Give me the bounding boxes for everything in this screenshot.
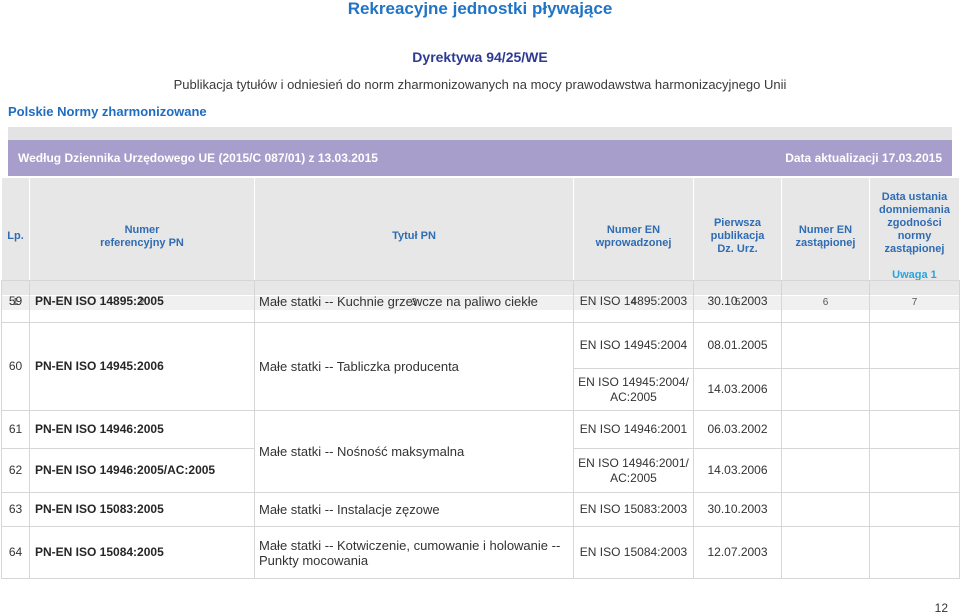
pn-reference-number: PN-EN ISO 14946:2005 bbox=[29, 410, 255, 449]
en-replaced-number bbox=[781, 410, 870, 449]
section-heading: Polskie Normy zharmonizowane bbox=[8, 104, 207, 119]
row-number: 61 bbox=[1, 410, 30, 449]
table-row: 64 PN-EN ISO 15084:2005 Małe statki -- K… bbox=[1, 526, 960, 579]
first-publication-date: 30.10.2003 bbox=[693, 280, 782, 323]
header-en-replaced: Numer EN zastąpionej bbox=[781, 177, 870, 296]
cessation-date bbox=[869, 448, 960, 493]
journal-banner: Według Dziennika Urzędowego UE (2015/C 0… bbox=[8, 140, 952, 176]
cessation-date bbox=[869, 280, 960, 323]
update-date: Data aktualizacji 17.03.2015 bbox=[785, 151, 942, 165]
cessation-date bbox=[869, 322, 960, 369]
header-cessation-date: Data ustania domniemania zgodności normy… bbox=[879, 191, 950, 255]
row-number: 60 bbox=[1, 322, 30, 411]
en-introduced-number: EN ISO 14946:2001 bbox=[573, 410, 694, 449]
journal-source: Według Dziennika Urzędowego UE (2015/C 0… bbox=[18, 151, 378, 165]
table-row: 61 PN-EN ISO 14946:2005 Małe statki -- N… bbox=[1, 410, 960, 493]
first-publication-date: 06.03.2002 bbox=[693, 410, 782, 449]
pn-title: Małe statki -- Tabliczka producenta bbox=[254, 322, 574, 411]
pn-reference-number: PN-EN ISO 15083:2005 bbox=[29, 492, 255, 527]
pn-reference-number: PN-EN ISO 15084:2005 bbox=[29, 526, 255, 579]
pn-reference-number: PN-EN ISO 14895:2005 bbox=[29, 280, 255, 323]
en-introduced-number: EN ISO 15083:2003 bbox=[573, 492, 694, 527]
table-row: 59 PN-EN ISO 14895:2005 Małe statki -- K… bbox=[1, 280, 960, 323]
header-divider-strip bbox=[8, 127, 952, 140]
row-number: 64 bbox=[1, 526, 30, 579]
header-first-publication: Pierwsza publikacja Dz. Urz. bbox=[693, 177, 782, 296]
header-lp: Lp. bbox=[1, 177, 30, 296]
table-row: 63 PN-EN ISO 15083:2005 Małe statki -- I… bbox=[1, 492, 960, 527]
en-introduced-number: EN ISO 14945:2004/ AC:2005 bbox=[573, 368, 694, 411]
en-introduced-number: EN ISO 14945:2004 bbox=[573, 322, 694, 369]
en-replaced-number bbox=[781, 280, 870, 323]
pn-title: Małe statki -- Kuchnie grzewcze na paliw… bbox=[254, 280, 574, 323]
en-introduced-number: EN ISO 14895:2003 bbox=[573, 280, 694, 323]
header-pn-title: Tytuł PN bbox=[254, 177, 574, 296]
cessation-date bbox=[869, 410, 960, 449]
pn-title: Małe statki -- Nośność maksymalna bbox=[254, 410, 574, 493]
en-replaced-number bbox=[781, 526, 870, 579]
directive-title: Dyrektywa 94/25/WE bbox=[412, 49, 548, 65]
en-introduced-number: EN ISO 14946:2001/ AC:2005 bbox=[573, 448, 694, 493]
page-number: 12 bbox=[934, 601, 948, 615]
cessation-date bbox=[869, 368, 960, 411]
standards-table: 59 PN-EN ISO 14895:2005 Małe statki -- K… bbox=[1, 280, 960, 579]
pn-reference-number: PN-EN ISO 14945:2006 bbox=[29, 322, 255, 411]
first-publication-date: 30.10.2003 bbox=[693, 492, 782, 527]
cessation-date bbox=[869, 492, 960, 527]
pn-title: Małe statki -- Instalacje zęzowe bbox=[254, 492, 574, 527]
first-publication-date: 12.07.2003 bbox=[693, 526, 782, 579]
header-row: Lp. Numer referencyjny PN Tytuł PN Numer… bbox=[1, 177, 960, 296]
publication-subtitle: Publikacja tytułów i odniesień do norm z… bbox=[173, 77, 787, 92]
header-cessation: Data ustania domniemania zgodności normy… bbox=[869, 177, 960, 296]
cessation-date bbox=[869, 526, 960, 579]
row-number: 59 bbox=[1, 280, 30, 323]
document-title: Rekreacyjne jednostki pływające bbox=[347, 0, 613, 18]
en-introduced-number: EN ISO 15084:2003 bbox=[573, 526, 694, 579]
row-number: 62 bbox=[1, 448, 30, 493]
header-en-introduced: Numer EN wprowadzonej bbox=[573, 177, 694, 296]
table-row: 60 PN-EN ISO 14945:2006 Małe statki -- T… bbox=[1, 322, 960, 411]
en-replaced-number bbox=[781, 368, 870, 411]
first-publication-date: 14.03.2006 bbox=[693, 368, 782, 411]
first-publication-date: 14.03.2006 bbox=[693, 448, 782, 493]
en-replaced-number bbox=[781, 492, 870, 527]
header-pn-number: Numer referencyjny PN bbox=[29, 177, 255, 296]
pn-title: Małe statki -- Kotwiczenie, cumowanie i … bbox=[254, 526, 574, 579]
en-replaced-number bbox=[781, 322, 870, 369]
first-publication-date: 08.01.2005 bbox=[693, 322, 782, 369]
en-replaced-number bbox=[781, 448, 870, 493]
pn-reference-number: PN-EN ISO 14946:2005/AC:2005 bbox=[29, 448, 255, 493]
row-number: 63 bbox=[1, 492, 30, 527]
